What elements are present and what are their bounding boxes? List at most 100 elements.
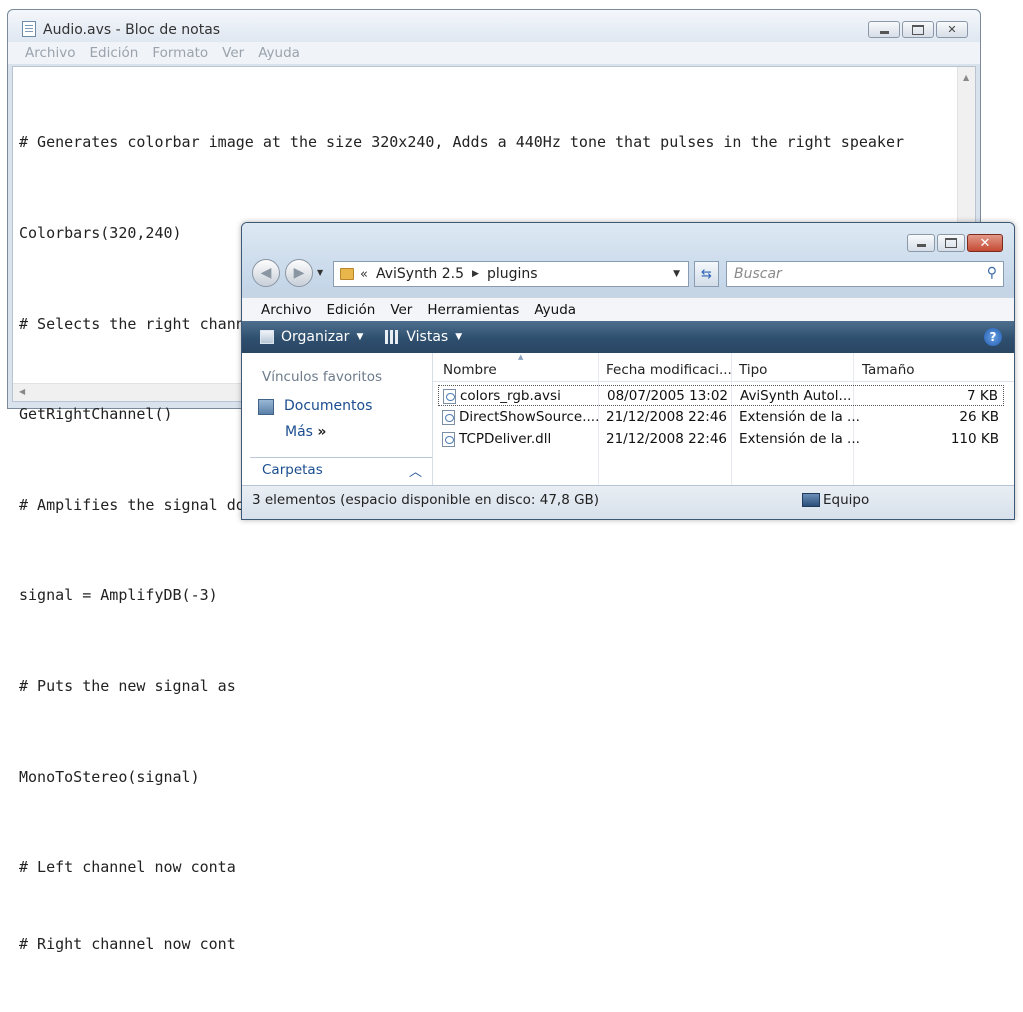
horizontal-scrollbar[interactable]: ◀ [13, 383, 273, 401]
minimize-icon [916, 244, 926, 247]
file-size: 7 KB [967, 388, 998, 404]
documents-icon [258, 399, 274, 415]
file-row[interactable]: colors_rgb.avsi 08/07/2005 13:02 AviSynt… [438, 385, 1004, 406]
column-header-tipo[interactable]: Tipo [739, 362, 767, 378]
notepad-title: Audio.avs - Bloc de notas [43, 22, 221, 38]
file-icon [442, 410, 455, 425]
menu-archivo[interactable]: Archivo [25, 45, 75, 61]
text-line: # Generates colorbar image at the size 3… [19, 133, 905, 152]
more-links[interactable]: Más » [285, 424, 326, 440]
file-type: Extensión de la ... [739, 431, 860, 447]
file-date: 21/12/2008 22:46 [606, 409, 728, 425]
organize-button[interactable]: Organizar ▼ [260, 329, 363, 345]
address-overflow-chevron[interactable]: « [360, 267, 368, 282]
address-bar[interactable]: « AviSynth 2.5 ▶ plugins ▼ [333, 261, 689, 287]
file-date: 21/12/2008 22:46 [606, 431, 728, 447]
maximize-button[interactable] [902, 21, 934, 38]
close-icon: ✕ [979, 235, 991, 251]
more-label: Más [285, 424, 313, 440]
minimize-button[interactable] [868, 21, 900, 38]
search-placeholder: Buscar [734, 266, 782, 282]
search-icon[interactable]: ⚲ [987, 265, 997, 281]
views-label: Vistas [406, 329, 449, 345]
file-type: AviSynth Autol... [740, 388, 852, 404]
file-size: 110 KB [950, 431, 999, 447]
chevron-down-icon: ▼ [455, 332, 463, 342]
column-header-nombre[interactable]: Nombre [443, 362, 497, 378]
text-line: MonoToStereo(signal) [19, 767, 200, 786]
file-size: 26 KB [959, 409, 999, 425]
file-row[interactable]: DirectShowSource.... 21/12/2008 22:46 Ex… [433, 407, 1014, 428]
breadcrumb-plugins[interactable]: plugins [487, 266, 538, 282]
refresh-icon: ⇆ [701, 266, 712, 282]
favorites-heading: Vínculos favoritos [262, 369, 383, 385]
file-icon [442, 432, 455, 447]
close-button[interactable]: ✕ [936, 21, 968, 38]
breadcrumb-avisynth[interactable]: AviSynth 2.5 [376, 266, 464, 282]
scroll-up-icon: ▲ [963, 73, 970, 82]
forward-arrow-icon: ▶ [293, 265, 305, 281]
column-header-fecha[interactable]: Fecha modificaci... [606, 362, 732, 378]
column-header-tamano[interactable]: Tamaño [862, 362, 915, 378]
column-headers: Nombre Fecha modificaci... Tipo Tamaño ▲ [433, 353, 1014, 382]
refresh-button[interactable]: ⇆ [694, 261, 719, 287]
scroll-left-icon: ◀ [19, 387, 26, 396]
file-list: Nombre Fecha modificaci... Tipo Tamaño ▲… [433, 353, 1014, 485]
organize-icon [260, 330, 274, 344]
status-bar: 3 elementos (espacio disponible en disco… [242, 485, 1014, 519]
minimize-icon [879, 30, 889, 34]
status-zone: Equipo [823, 492, 870, 508]
maximize-icon [912, 24, 924, 35]
notepad-menu-bar: Archivo Edición Formato Ver Ayuda [8, 42, 980, 64]
menu-ayuda[interactable]: Ayuda [258, 45, 300, 61]
menu-ver[interactable]: Ver [390, 302, 412, 318]
notepad-icon [22, 21, 36, 37]
more-chevron-icon: » [317, 424, 327, 440]
close-icon: ✕ [947, 23, 957, 36]
menu-ver[interactable]: Ver [222, 45, 244, 61]
command-bar: Organizar ▼ Vistas ▼ ? [242, 321, 1014, 353]
sort-ascending-icon: ▲ [518, 353, 524, 361]
notepad-title-bar[interactable]: Audio.avs - Bloc de notas ✕ [8, 10, 980, 42]
help-icon: ? [989, 330, 997, 344]
explorer-maximize-button[interactable] [937, 234, 965, 252]
menu-herramientas[interactable]: Herramientas [427, 302, 519, 318]
maximize-icon [945, 238, 957, 248]
search-input[interactable]: Buscar ⚲ [726, 261, 1004, 287]
explorer-title-bar[interactable]: ✕ ◀ ▶ ▼ « AviSynth 2.5 ▶ plugins ▼ ⇆ Bus… [242, 223, 1014, 287]
explorer-window: ✕ ◀ ▶ ▼ « AviSynth 2.5 ▶ plugins ▼ ⇆ Bus… [241, 222, 1015, 520]
help-button[interactable]: ? [984, 328, 1002, 346]
recent-pages-dropdown-icon[interactable]: ▼ [317, 268, 323, 277]
chevron-down-icon: ▼ [356, 332, 364, 342]
menu-ayuda[interactable]: Ayuda [534, 302, 576, 318]
menu-archivo[interactable]: Archivo [261, 302, 311, 318]
breadcrumb-separator-icon[interactable]: ▶ [472, 269, 479, 279]
file-name: colors_rgb.avsi [460, 388, 561, 404]
text-line: signal = AmplifyDB(-3) [19, 586, 218, 605]
forward-button[interactable]: ▶ [285, 259, 313, 287]
computer-icon [802, 493, 820, 507]
folders-toggle[interactable]: Carpetas [262, 462, 323, 478]
text-line: # Right channel now cont [19, 934, 236, 953]
chevron-up-icon[interactable]: ︿ [409, 461, 422, 480]
explorer-menu-bar: Archivo Edición Ver Herramientas Ayuda [242, 297, 1014, 321]
menu-edicion[interactable]: Edición [89, 45, 138, 61]
menu-formato[interactable]: Formato [152, 45, 208, 61]
menu-edicion[interactable]: Edición [326, 302, 375, 318]
file-type: Extensión de la ... [739, 409, 860, 425]
pane-divider [250, 457, 432, 458]
explorer-minimize-button[interactable] [907, 234, 935, 252]
views-icon [385, 330, 400, 344]
address-dropdown-icon[interactable]: ▼ [673, 269, 680, 279]
back-button[interactable]: ◀ [252, 259, 280, 287]
explorer-close-button[interactable]: ✕ [967, 234, 1003, 252]
file-row[interactable]: TCPDeliver.dll 21/12/2008 22:46 Extensió… [433, 429, 1014, 450]
text-line: # Left channel now conta [19, 858, 236, 877]
file-date: 08/07/2005 13:02 [607, 388, 729, 404]
back-arrow-icon: ◀ [260, 265, 272, 281]
favorite-link-documentos[interactable]: Documentos [284, 398, 372, 414]
file-name: DirectShowSource.... [459, 409, 600, 425]
organize-label: Organizar [281, 329, 350, 345]
text-line: # Puts the new signal as [19, 677, 236, 696]
views-button[interactable]: Vistas ▼ [385, 329, 462, 345]
